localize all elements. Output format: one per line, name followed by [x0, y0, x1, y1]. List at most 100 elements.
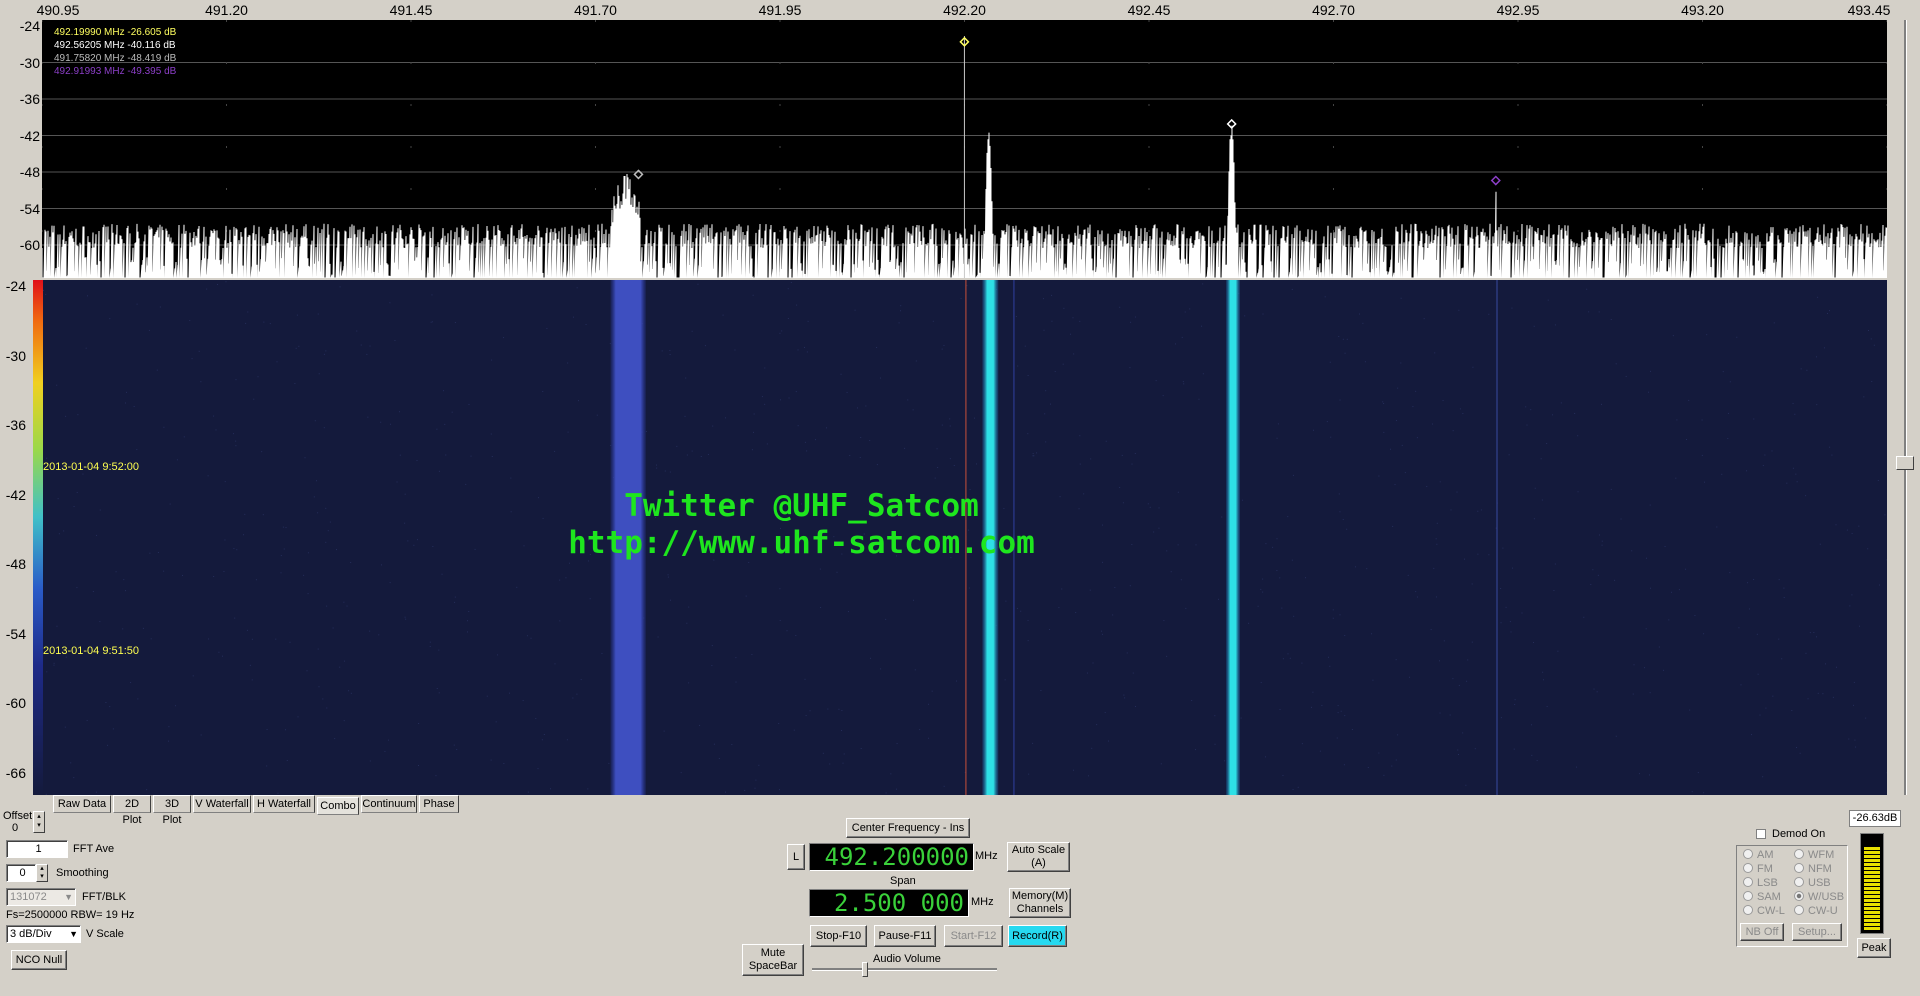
mode-radio-nfm[interactable]: NFM [1794, 863, 1832, 875]
spin-up-icon[interactable]: ▴ [37, 865, 47, 873]
waterfall-noise-speck [1378, 475, 1380, 477]
spin-up-icon[interactable]: ▴ [34, 812, 44, 821]
spin-down-icon[interactable]: ▾ [34, 821, 44, 830]
chevron-down-icon[interactable]: ▼ [64, 889, 73, 905]
waterfall-noise-speck [1649, 587, 1651, 589]
stop-button[interactable]: Stop-F10 [810, 925, 867, 947]
waterfall-noise-speck [431, 321, 433, 323]
peak-button[interactable]: Peak [1857, 938, 1891, 958]
level-meter [1860, 833, 1884, 934]
setup-button[interactable]: Setup... [1792, 923, 1842, 941]
auto-scale-button[interactable]: Auto Scale (A) [1007, 842, 1070, 872]
memory-channels-button[interactable]: Memory(M) Channels [1009, 888, 1071, 918]
waterfall-noise-speck [1500, 588, 1502, 590]
mode-radio-am[interactable]: AM [1743, 849, 1774, 861]
tab-phase[interactable]: Phase [419, 795, 459, 813]
spectrum-trace-svg [42, 20, 1887, 278]
tab-continuum[interactable]: Continuum [361, 795, 417, 813]
waterfall-noise-speck [656, 467, 658, 469]
tab-2d-plot[interactable]: 2D Plot [113, 795, 151, 826]
waterfall-noise-speck [1819, 543, 1821, 545]
marker-readout: 492.91993 MHz -49.395 dB [54, 66, 177, 77]
mode-radio-wfm[interactable]: WFM [1794, 849, 1834, 861]
tab-combo[interactable]: Combo [317, 797, 359, 815]
mute-button[interactable]: Mute SpaceBar [742, 944, 804, 976]
mode-radio-sam[interactable]: SAM [1743, 891, 1781, 903]
waterfall-noise-speck [1466, 680, 1468, 682]
spectrum-plot[interactable]: 492.19990 MHz -26.605 dB 492.56205 MHz -4… [42, 20, 1887, 278]
slider-thumb[interactable] [1896, 456, 1914, 470]
offset-value[interactable]: 0 [12, 822, 18, 834]
tab-3d-plot[interactable]: 3D Plot [153, 795, 191, 826]
waterfall-noise-speck [1576, 766, 1578, 768]
waterfall-noise-speck [326, 605, 328, 607]
nco-null-button[interactable]: NCO Null [11, 950, 67, 970]
waterfall-noise-speck [1114, 587, 1116, 589]
waterfall-noise-speck [1202, 283, 1204, 285]
lock-l-button[interactable]: L [787, 844, 805, 870]
waterfall-noise-speck [1816, 404, 1818, 406]
vscale-select[interactable]: 3 dB/Div ▼ [6, 925, 81, 943]
audio-volume-slider[interactable] [812, 962, 997, 977]
waterfall-noise-speck [795, 391, 797, 393]
waterfall-noise-speck [1330, 436, 1332, 438]
waterfall-noise-speck [1032, 742, 1034, 744]
mode-radio-cw-l[interactable]: CW-L [1743, 905, 1785, 917]
waterfall-noise-speck [1816, 356, 1818, 358]
waterfall-noise-speck [1757, 673, 1759, 675]
waterfall-noise-speck [943, 344, 945, 346]
waterfall-noise-speck [146, 789, 148, 791]
waterfall-noise-speck [919, 729, 921, 731]
waterfall-noise-speck [454, 596, 456, 598]
waterfall-noise-speck [1061, 588, 1063, 590]
pause-button[interactable]: Pause-F11 [874, 925, 936, 947]
waterfall-noise-speck [1817, 692, 1819, 694]
tab-h-waterfall[interactable]: H Waterfall [253, 795, 315, 813]
mode-radio-usb[interactable]: USB [1794, 877, 1831, 889]
mode-radio-cw-u[interactable]: CW-U [1794, 905, 1838, 917]
spin-down-icon[interactable]: ▾ [37, 873, 47, 881]
smoothing-input[interactable]: 0 [6, 864, 36, 882]
waterfall-noise-speck [289, 641, 291, 643]
waterfall-noise-speck [99, 621, 101, 623]
center-frequency-button[interactable]: Center Frequency - Ins [846, 818, 970, 838]
waterfall-noise-speck [123, 579, 125, 581]
waterfall-noise-speck [836, 571, 838, 573]
demod-on-checkbox[interactable] [1756, 829, 1766, 839]
waterfall-noise-speck [928, 737, 930, 739]
waterfall-noise-speck [245, 322, 247, 324]
mode-radio-fm[interactable]: FM [1743, 863, 1773, 875]
span-display[interactable]: 2.500 000 [809, 889, 969, 917]
waterfall-noise-speck [1174, 343, 1176, 345]
start-button[interactable]: Start-F12 [944, 925, 1003, 947]
waterfall-noise-speck [543, 734, 545, 736]
audio-volume-thumb[interactable] [861, 962, 868, 977]
nb-off-button[interactable]: NB Off [1740, 923, 1784, 941]
mode-radio-lsb[interactable]: LSB [1743, 877, 1778, 889]
waterfall-noise-speck [495, 721, 497, 723]
mode-radio-w-usb[interactable]: W/USB [1794, 891, 1844, 903]
waterfall-noise-speck [827, 708, 829, 710]
waterfall-noise-speck [207, 475, 209, 477]
chevron-down-icon[interactable]: ▼ [69, 926, 78, 942]
fft-blk-select[interactable]: 131072 ▼ [6, 888, 76, 906]
waterfall-noise-speck [1101, 630, 1103, 632]
waterfall-noise-speck [107, 744, 109, 746]
record-button[interactable]: Record(R) [1008, 925, 1067, 947]
offset-spinner[interactable]: ▴ ▾ [33, 811, 45, 833]
waterfall-noise-speck [1391, 765, 1393, 767]
center-frequency-display[interactable]: 492.200000 [809, 843, 974, 871]
waterfall-noise-speck [711, 665, 713, 667]
waterfall-noise-speck [1598, 311, 1600, 313]
waterfall-noise-speck [213, 576, 215, 578]
waterfall-plot[interactable]: 2013-01-04 9:52:00 2013-01-04 9:51:50 Tw… [43, 280, 1887, 795]
waterfall-noise-speck [334, 738, 336, 740]
waterfall-noise-speck [1028, 773, 1030, 775]
fft-ave-input[interactable]: 1 [6, 840, 68, 858]
waterfall-noise-speck [1645, 628, 1647, 630]
tab-v-waterfall[interactable]: V Waterfall [193, 795, 251, 813]
smoothing-spinner[interactable]: ▴ ▾ [36, 864, 48, 882]
tab-raw-data[interactable]: Raw Data [53, 795, 111, 813]
waterfall-noise-speck [1431, 423, 1433, 425]
vertical-slider[interactable] [1894, 20, 1916, 795]
